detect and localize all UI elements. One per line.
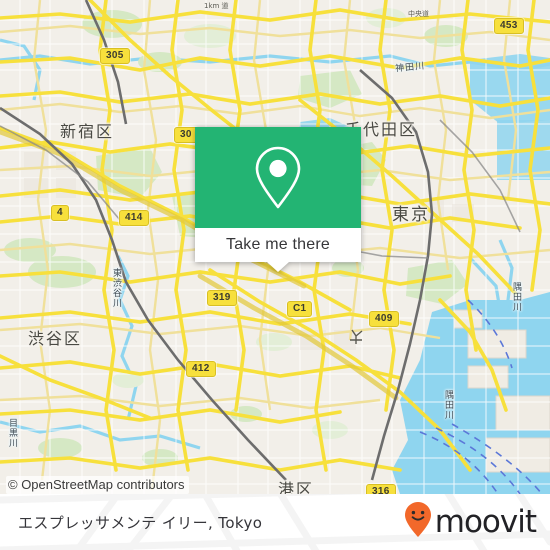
map-label-place: 港区 <box>278 480 315 494</box>
take-me-there-label: Take me there <box>226 236 330 253</box>
highway-shield-414[interactable]: 414 <box>119 210 149 226</box>
map-label-place: 渋谷区 <box>28 329 83 348</box>
map-label-river: 隅田川 <box>443 390 453 420</box>
popup-header <box>195 127 361 228</box>
highway-shield-453[interactable]: 453 <box>494 18 524 34</box>
osm-attribution[interactable]: © OpenStreetMap contributors <box>6 476 189 494</box>
map-label-edge: 中央道 <box>408 10 429 18</box>
highway-shield-c1[interactable]: C1 <box>287 301 313 317</box>
map-label-river: 隅田川 <box>511 282 521 312</box>
highway-shield-316[interactable]: 316 <box>366 484 396 494</box>
map-label-place: 東京 <box>392 205 430 225</box>
map-label-river: 東渋谷川 <box>111 268 121 308</box>
moovit-map-screen: .w{fill:#8fd5ef} .grn{fill:#d5e8c4} .grn… <box>0 0 550 550</box>
map-canvas[interactable]: .w{fill:#8fd5ef} .grn{fill:#d5e8c4} .grn… <box>0 0 550 494</box>
moovit-smiley-pin-icon <box>403 501 433 544</box>
take-me-there-popup[interactable]: Take me there <box>195 127 361 272</box>
map-label-river: 目黒川 <box>7 418 17 448</box>
moovit-logo[interactable]: moovit <box>403 501 537 544</box>
location-title: エスプレッサメンテ イリー, Tokyo <box>18 513 263 532</box>
moovit-wordmark: moovit <box>434 503 537 540</box>
map-label-edge: 1km 道 <box>204 2 229 10</box>
highway-shield-319[interactable]: 319 <box>207 290 237 306</box>
highway-shield-409[interactable]: 409 <box>369 311 399 327</box>
highway-shield-305[interactable]: 305 <box>100 48 130 64</box>
map-label-place: 新宿区 <box>60 122 115 141</box>
highway-shield-412[interactable]: 412 <box>186 361 216 377</box>
popup-action-row[interactable]: Take me there <box>195 228 361 262</box>
map-pin-icon <box>251 145 305 211</box>
highway-shield-4[interactable]: 4 <box>51 205 69 221</box>
footer-bar: エスプレッサメンテ イリー, Tokyo moovit <box>0 494 550 550</box>
popup-pointer <box>267 262 289 272</box>
